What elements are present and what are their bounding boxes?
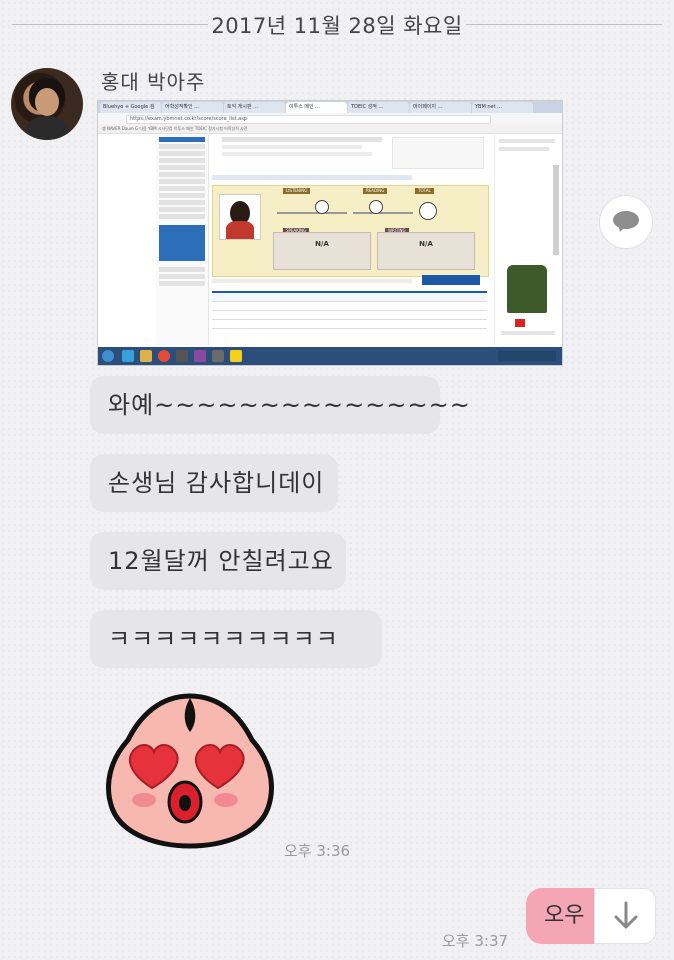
browser-tab: 토익 게시판 ...	[224, 102, 285, 113]
browser-tab: 어학성적확인 ...	[162, 102, 223, 113]
folder-icon	[140, 350, 152, 362]
avatar[interactable]	[11, 68, 83, 140]
divider-line-left	[12, 24, 208, 25]
total-score-dial	[419, 202, 437, 220]
scroll-to-bottom-button[interactable]	[594, 888, 656, 944]
sweater-ad-image	[507, 265, 547, 313]
chrome-icon	[158, 350, 170, 362]
kakaotalk-icon	[230, 350, 242, 362]
divider-line-right	[466, 24, 662, 25]
message-bubble[interactable]: 손생님 감사합니데이	[90, 454, 338, 512]
id-photo	[219, 194, 261, 240]
shared-screenshot-image[interactable]: Bluehyo + Google 검 어학성적확인 ... 토익 게시판 ...…	[97, 100, 563, 366]
message-bubble[interactable]: 12월달꺼 안칠려고요	[90, 532, 346, 590]
start-icon	[102, 350, 114, 362]
date-label: 2017년 11월 28일 화요일	[211, 14, 463, 38]
app-icon	[194, 350, 206, 362]
page-sidebar	[156, 135, 209, 345]
browser-tab: TOEIC 성적 ...	[348, 102, 409, 113]
arrow-down-icon	[614, 901, 638, 929]
reading-score-dial	[369, 200, 383, 214]
reading-label: READING	[363, 188, 388, 194]
total-label: TOTAL	[415, 188, 434, 194]
windows-taskbar	[98, 347, 562, 365]
browser-tab: 이투스 메인 ...	[286, 102, 347, 113]
browser-tab: YBM net ...	[472, 102, 533, 113]
media-icon	[176, 350, 188, 362]
message-bubble[interactable]: 와예~~~~~~~~~~~~~~~	[90, 376, 470, 434]
speaking-na: N/A	[273, 232, 371, 270]
message-bubble[interactable]: ㅋㅋㅋㅋㅋㅋㅋㅋㅋㅋ	[90, 610, 382, 668]
sender-name: 홍대 박아주	[101, 70, 206, 94]
print-button	[422, 275, 480, 285]
bookmarks-bar: 앱 NAVER Daum G 다음 YBM 시사닷컴 이투스 메인 TOEIC …	[98, 124, 562, 134]
score-panel: LISTENING READING TOTAL SPEAKING WRITING…	[212, 185, 489, 277]
listening-score-dial	[315, 200, 329, 214]
listening-label: LISTENING	[283, 188, 311, 194]
ie-icon	[122, 350, 134, 362]
ad-panel	[494, 135, 561, 345]
writing-na: N/A	[377, 232, 475, 270]
browser-tabs: Bluehyo + Google 검 어학성적확인 ... 토익 게시판 ...…	[98, 101, 562, 113]
browser-tab: 마이페이지 ...	[410, 102, 471, 113]
left-cheek	[132, 793, 156, 807]
url-text: https://exam.ybmnet.co.kr/score/score_li…	[126, 115, 491, 124]
date-divider: 2017년 11월 28일 화요일	[0, 6, 674, 42]
apeach-heart-eyes-sticker[interactable]	[100, 690, 280, 850]
timestamp-sent: 오후 3:37	[442, 932, 509, 950]
score-table	[212, 291, 487, 333]
browser-tab: Bluehyo + Google 검	[100, 102, 161, 113]
timestamp-received: 오후 3:36	[284, 842, 351, 860]
app-icon	[212, 350, 224, 362]
system-tray	[498, 351, 556, 361]
kissing-lips	[167, 780, 203, 824]
share-button[interactable]	[599, 195, 653, 249]
page-content: LISTENING READING TOTAL SPEAKING WRITING…	[212, 135, 490, 345]
right-cheek	[214, 793, 238, 807]
